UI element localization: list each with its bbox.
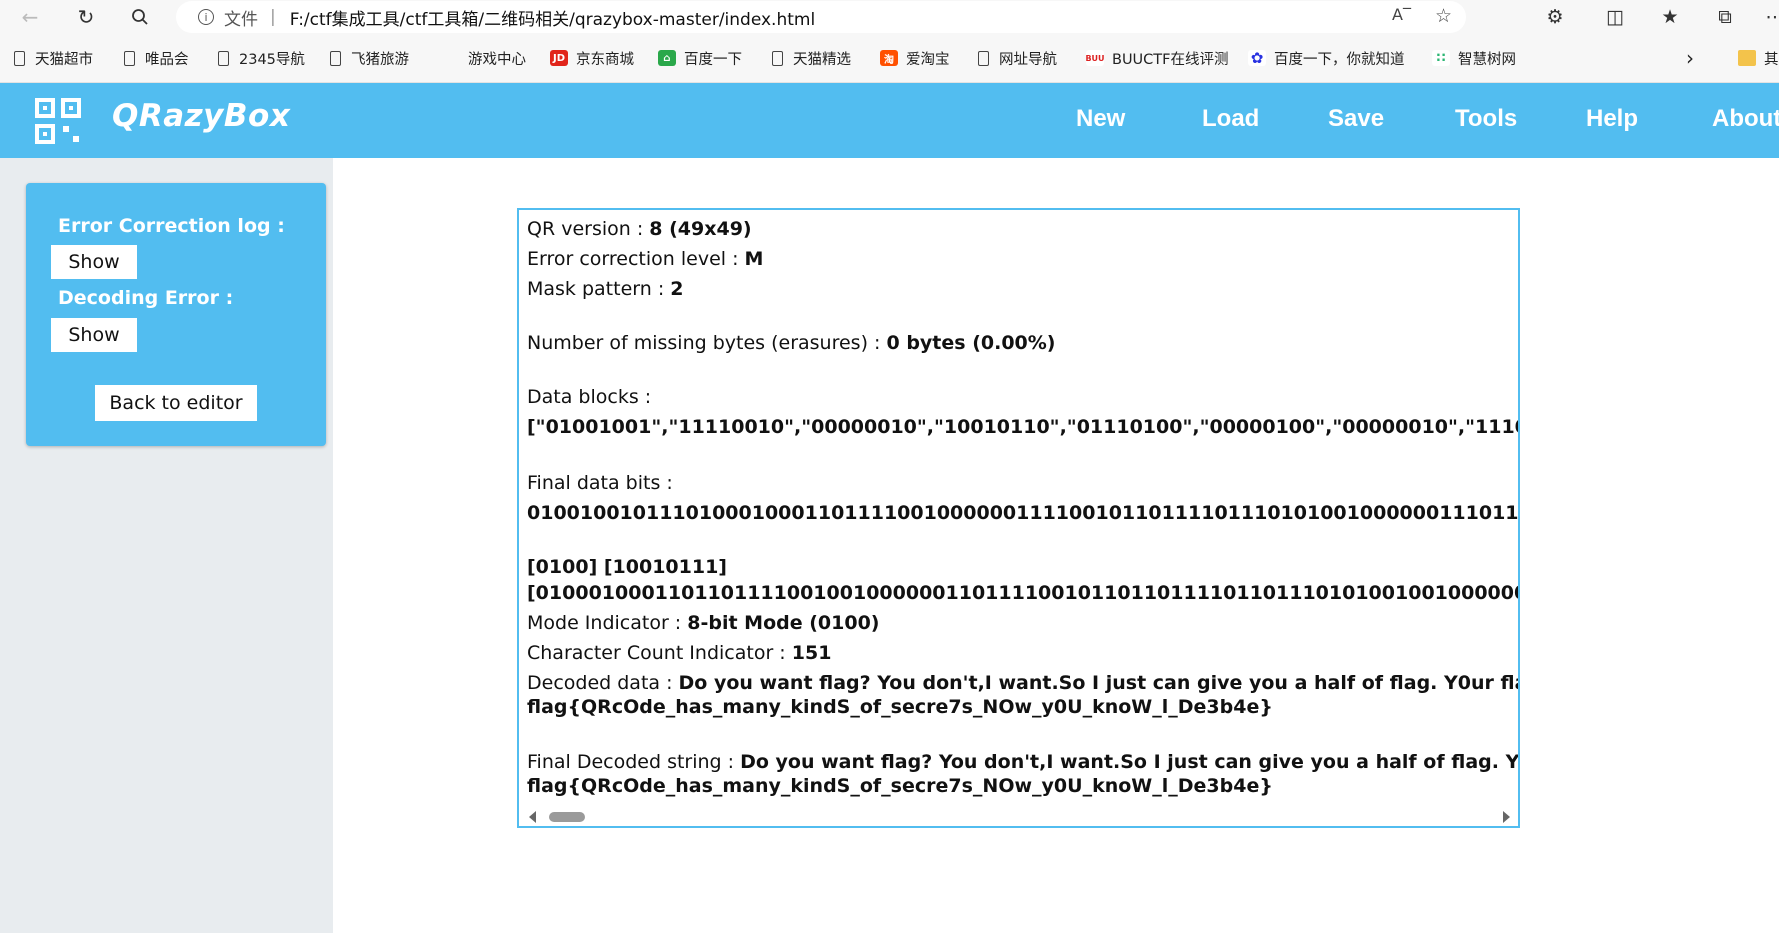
browser-menu-icon[interactable]: ⋯ [1760,4,1779,30]
back-arrow-icon[interactable]: ← [16,4,44,30]
bookmark-item[interactable]: ✿ 百度一下，你就知道 [1248,46,1405,70]
char-count-line: Character Count Indicator : 151 [527,642,832,664]
show-decoding-error-button[interactable]: Show [51,318,137,352]
bookmark-item[interactable]: 唯品会 [124,46,189,70]
page-icon [14,50,25,66]
bookmark-item[interactable]: 飞猪旅游 [330,46,409,70]
data-blocks-label: Data blocks : [527,386,652,408]
bookmark-item[interactable]: JD 京东商城 [550,46,634,70]
favorite-star-icon[interactable]: ☆ [1435,5,1452,27]
error-correction-log-label: Error Correction log : [58,215,285,237]
menu-help[interactable]: Help [1586,105,1638,133]
address-scheme: 文件 [224,9,258,30]
bookmark-item[interactable]: ∷ 智慧树网 [1432,46,1516,70]
jd-icon: JD [550,50,568,66]
address-url[interactable]: F:/ctf集成工具/ctf工具箱/二维码相关/qrazybox-master/… [290,5,815,30]
back-to-editor-button[interactable]: Back to editor [95,385,257,421]
baidu-icon: ✿ [1248,49,1266,67]
missing-bytes-line: Number of missing bytes (erasures) : 0 b… [527,332,1056,354]
decoded-data-flag: flag{QRcOde_has_many_kindS_of_secre7s_NO… [527,696,1273,718]
show-ec-log-button[interactable]: Show [51,245,137,279]
page-icon [330,50,341,66]
2345-icon: ⌂ [658,50,676,66]
bookmarks-more-chevron-icon[interactable]: › [1686,46,1694,70]
segment-header: [0100] [10010111] [527,556,727,578]
favorites-icon[interactable]: ★ [1655,4,1685,30]
data-blocks-value: ["01001001","11110010","00000010","10010… [527,416,1518,438]
taobao-icon: 淘 [880,50,898,66]
menu-load[interactable]: Load [1202,105,1259,133]
final-decoded-flag: flag{QRcOde_has_many_kindS_of_secre7s_NO… [527,775,1273,797]
buuctf-icon: BUU [1085,50,1105,66]
split-screen-icon[interactable]: ◫ [1600,4,1630,30]
mode-indicator-line: Mode Indicator : 8-bit Mode (0100) [527,612,880,634]
browser-toolbar: ← ↻ i 文件 | F:/ctf集成工具/ctf工具箱/二维码相关/qrazy… [0,0,1779,34]
folder-icon [1738,50,1756,66]
mask-pattern-line: Mask pattern : 2 [527,278,684,300]
decode-result-box: QR version : 8 (49x49) Error correction … [517,208,1520,828]
bookmark-item[interactable]: 其 [1738,46,1779,70]
address-separator: | [270,7,276,27]
decode-side-panel: Error Correction log : Show Decoding Err… [26,183,326,446]
menu-about[interactable]: About [1712,105,1779,133]
bookmark-item[interactable]: 天猫精选 [772,46,851,70]
bookmarks-bar: 天猫超市 唯品会 2345导航 飞猪旅游 游戏中心 JD 京东商城 ⌂ 百度一下 天… [0,34,1779,83]
qr-version-line: QR version : 8 (49x49) [527,218,752,240]
bookmark-item[interactable]: 淘爱淘宝 [880,46,950,70]
address-bar[interactable]: i 文件 | F:/ctf集成工具/ctf工具箱/二维码相关/qrazybox-… [176,1,1466,33]
qr-logo-icon [35,98,81,144]
final-data-bits-label: Final data bits : [527,472,673,494]
scroll-right-icon[interactable] [1503,811,1510,823]
bookmark-item[interactable]: 网址导航 [978,46,1057,70]
zhihuishu-icon: ∷ [1432,50,1450,66]
app-header: QRazyBox New Load Save Tools Help About [0,83,1779,158]
app-logo-text[interactable]: QRazyBox [112,98,290,134]
page-icon [978,50,989,66]
bookmark-item[interactable]: 天猫超市 [14,46,93,70]
scroll-left-icon[interactable] [529,811,536,823]
page-icon [218,50,229,66]
bookmark-item[interactable]: ⌂ 百度一下 [658,46,742,70]
final-decoded-line: Final Decoded string : Do you want flag?… [527,751,1520,773]
address-actions: A‾ ☆ [1392,5,1452,27]
reload-icon[interactable]: ↻ [72,4,100,30]
horizontal-scrollbar[interactable] [519,808,1518,826]
segment-bits: [010001000110110111100100100000011011110… [527,582,1518,604]
extensions-icon[interactable]: ⚙ [1540,4,1570,30]
menu-save[interactable]: Save [1328,105,1384,133]
scrollbar-thumb[interactable] [549,812,585,822]
read-aloud-icon[interactable]: A‾ [1392,5,1411,27]
final-data-bits-value: 0100100101110100010001101111001000000111… [527,502,1519,524]
menu-new[interactable]: New [1076,105,1125,133]
info-icon[interactable]: i [198,9,214,25]
collections-icon[interactable]: ⧉ [1710,4,1740,30]
bookmark-item[interactable]: BUU BUUCTF在线评测 [1085,46,1229,70]
decoding-error-label: Decoding Error : [58,287,234,309]
bookmark-item[interactable]: 2345导航 [218,46,305,70]
page-icon [772,50,783,66]
ec-level-line: Error correction level : M [527,248,764,270]
search-icon[interactable] [126,4,154,30]
page-icon [124,50,135,66]
decoded-data-line: Decoded data : Do you want flag? You don… [527,672,1520,694]
menu-tools[interactable]: Tools [1455,105,1517,133]
bookmark-item[interactable]: 游戏中心 [468,46,526,70]
